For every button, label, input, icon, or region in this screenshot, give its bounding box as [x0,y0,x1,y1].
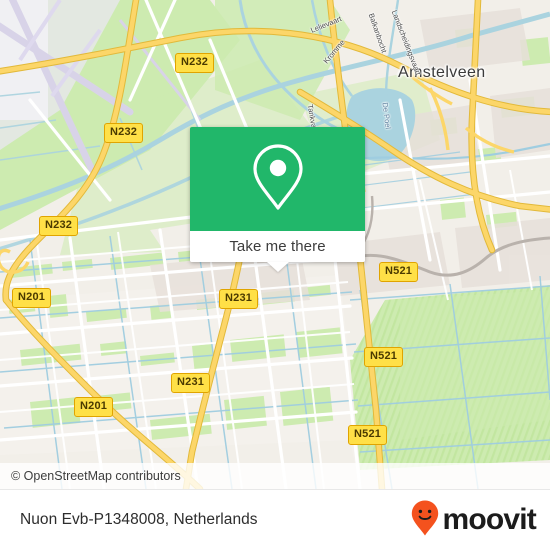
road-shield-n521[interactable]: N521 [379,262,419,282]
moovit-logo[interactable]: moovit [410,499,537,542]
footer-bar: Nuon Evb-P1348008, Netherlands moovit [0,489,550,550]
moovit-smiley-pin-icon [410,499,440,542]
road-shield-n201[interactable]: N201 [74,397,114,417]
attribution-text[interactable]: © OpenStreetMap contributors [11,469,181,483]
road-shield-n231[interactable]: N231 [219,289,259,309]
location-info-card[interactable]: Take me there [190,127,365,272]
road-shield-n232[interactable]: N232 [175,53,215,73]
map-canvas[interactable]: Amstelveen Lelievaart Kromme Balkanbocht… [0,0,550,489]
take-me-there-button[interactable]: Take me there [190,231,365,272]
road-shield-n232[interactable]: N232 [104,123,144,143]
road-shield-n232[interactable]: N232 [39,216,79,236]
take-me-there-label: Take me there [229,238,326,255]
road-shield-n521[interactable]: N521 [364,347,404,367]
location-title: Nuon Evb-P1348008, Netherlands [20,511,258,528]
card-pin-area [190,127,365,231]
map-pin-icon [250,142,306,217]
road-shield-n201[interactable]: N201 [12,288,52,308]
card-pointer-tail [266,262,289,272]
map-attribution-bar: © OpenStreetMap contributors [0,463,550,489]
road-shield-n231[interactable]: N231 [171,373,211,393]
moovit-wordmark: moovit [442,503,536,536]
road-shield-n521[interactable]: N521 [348,425,388,445]
screenshot-root: Amstelveen Lelievaart Kromme Balkanbocht… [0,0,550,550]
